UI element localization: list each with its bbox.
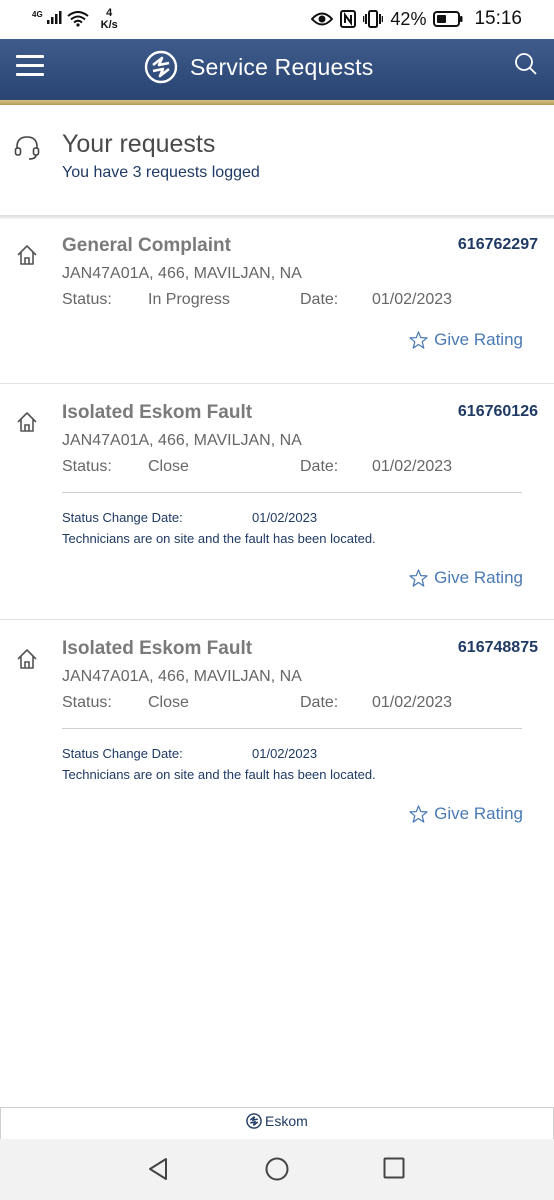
requests-summary: Your requests You have 3 requests logged: [0, 105, 554, 215]
network-speed: 4 K/s: [101, 7, 118, 31]
request-card[interactable]: Isolated Eskom Fault 616748875 JAN47A01A…: [0, 620, 554, 856]
footer-border: [0, 1107, 1, 1139]
system-navigation-bar: [0, 1139, 554, 1200]
house-icon: [17, 412, 37, 432]
home-icon[interactable]: [265, 1157, 289, 1181]
status-label: Status:: [62, 458, 112, 475]
footer-divider: [0, 1107, 554, 1108]
headset-icon: [14, 136, 40, 160]
give-rating-label: Give Rating: [434, 330, 523, 349]
page-title: Service Requests: [190, 53, 374, 80]
header-title-group: Service Requests: [144, 50, 373, 84]
wifi-icon: [67, 11, 89, 27]
give-rating-button[interactable]: Give Rating: [409, 568, 523, 588]
request-title: General Complaint: [62, 235, 231, 256]
request-title: Isolated Eskom Fault: [62, 402, 253, 423]
search-icon[interactable]: [514, 52, 538, 76]
status-message: Technicians are on site and the fault ha…: [62, 767, 376, 782]
request-card[interactable]: Isolated Eskom Fault 616760126 JAN47A01A…: [0, 384, 554, 620]
status-message: Technicians are on site and the fault ha…: [62, 531, 376, 546]
status-change-date: 01/02/2023: [252, 746, 318, 761]
status-change-label: Status Change Date:: [62, 746, 183, 761]
back-icon[interactable]: [146, 1157, 170, 1181]
speed-value: 4: [106, 7, 113, 19]
eye-icon: [311, 12, 334, 26]
status-change-date: 01/02/2023: [252, 510, 318, 525]
signal-icon: [46, 11, 62, 24]
eskom-logo-icon: [144, 50, 178, 84]
request-address: JAN47A01A, 466, MAVILJAN, NA: [62, 265, 302, 282]
date-label: Date:: [300, 694, 339, 711]
battery-percent: 42%: [390, 8, 427, 29]
star-icon: [409, 331, 428, 349]
star-icon: [409, 805, 428, 823]
status-value: Close: [148, 458, 189, 475]
request-address: JAN47A01A, 466, MAVILJAN, NA: [62, 668, 302, 685]
house-icon: [17, 649, 37, 669]
status-label: Status:: [62, 291, 112, 308]
date-value: 01/02/2023: [372, 694, 453, 711]
give-rating-button[interactable]: Give Rating: [409, 804, 523, 824]
clock: 15:16: [474, 8, 522, 29]
date-value: 01/02/2023: [372, 458, 453, 475]
status-value: Close: [148, 694, 189, 711]
request-title: Isolated Eskom Fault: [62, 638, 253, 659]
footer-brand: Eskom: [246, 1113, 308, 1129]
summary-title: Your requests: [62, 130, 216, 158]
give-rating-label: Give Rating: [434, 804, 523, 823]
request-number: 616748875: [457, 639, 538, 656]
speed-unit: K/s: [100, 19, 118, 31]
house-icon: [17, 245, 37, 265]
card-divider: [62, 728, 522, 729]
menu-bar-icon: [16, 64, 44, 67]
date-label: Date:: [300, 291, 339, 308]
vibrate-icon: [363, 10, 384, 28]
network-type: 4G: [32, 10, 43, 19]
request-card[interactable]: General Complaint 616762297 JAN47A01A, 4…: [0, 219, 554, 384]
menu-bar-icon: [16, 55, 44, 58]
request-number: 616762297: [457, 236, 538, 253]
star-icon: [409, 569, 428, 587]
request-number: 616760126: [457, 403, 538, 420]
date-label: Date:: [300, 458, 339, 475]
hamburger-menu-button[interactable]: [16, 55, 44, 77]
status-bar: 4G 4 K/s 42% 15:16: [0, 0, 554, 39]
summary-count: You have 3 requests logged: [62, 164, 260, 181]
status-value: In Progress: [148, 291, 230, 308]
give-rating-label: Give Rating: [434, 568, 523, 587]
recents-icon[interactable]: [383, 1157, 405, 1179]
date-value: 01/02/2023: [372, 291, 453, 308]
app-header: Service Requests: [0, 39, 554, 102]
nfc-icon: [340, 10, 357, 28]
battery-icon: [433, 11, 463, 27]
menu-bar-icon: [16, 73, 44, 76]
request-address: JAN47A01A, 466, MAVILJAN, NA: [62, 432, 302, 449]
status-change-label: Status Change Date:: [62, 510, 183, 525]
give-rating-button[interactable]: Give Rating: [409, 330, 523, 350]
brand-name: Eskom: [265, 1113, 308, 1129]
eskom-logo-icon: [246, 1113, 262, 1129]
card-divider: [62, 492, 522, 493]
status-label: Status:: [62, 694, 112, 711]
